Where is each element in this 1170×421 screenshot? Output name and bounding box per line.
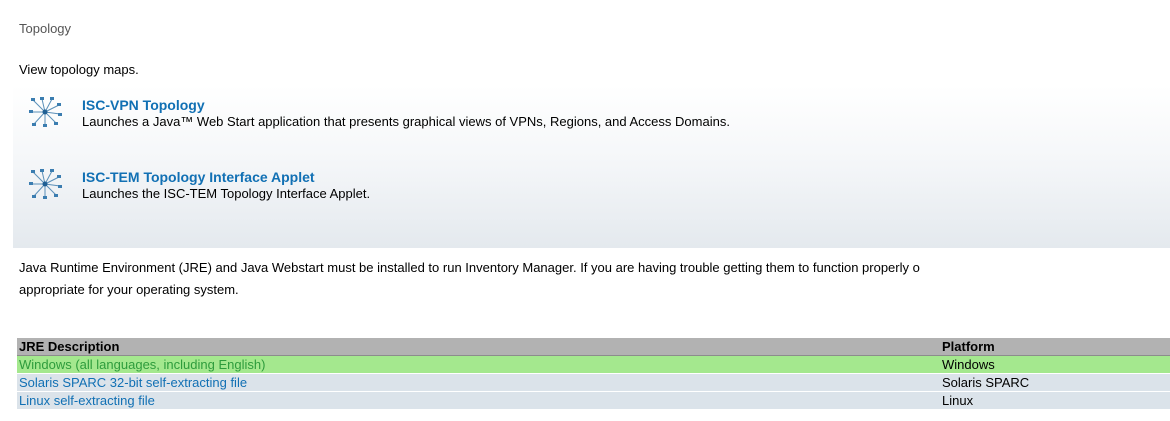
table-row[interactable]: Linux self-extracting file Linux: [17, 391, 1170, 409]
section-intro: View topology maps.: [19, 62, 139, 77]
platform-cell: Windows: [940, 355, 1170, 374]
section-title: Topology: [19, 21, 72, 36]
jre-download-link[interactable]: Windows (all languages, including Englis…: [17, 355, 940, 374]
jre-requirement-note: Java Runtime Environment (JRE) and Java …: [19, 257, 1169, 301]
table-row[interactable]: Solaris SPARC 32-bit self-extracting fil…: [17, 373, 1170, 392]
tool-description: Launches a Java™ Web Start application t…: [82, 114, 730, 129]
platform-cell: Linux: [940, 391, 1170, 409]
note-line: appropriate for your operating system.: [19, 282, 239, 297]
column-header-platform[interactable]: Platform: [940, 338, 1170, 356]
table-header-row: JRE Description Platform: [17, 338, 1170, 356]
topology-network-icon: [29, 169, 62, 199]
note-line: Java Runtime Environment (JRE) and Java …: [19, 260, 920, 275]
tool-name[interactable]: ISC-VPN Topology: [82, 97, 205, 113]
jre-download-link[interactable]: Solaris SPARC 32-bit self-extracting fil…: [17, 373, 940, 392]
topology-network-icon: [29, 97, 62, 127]
jre-download-table: JRE Description Platform Windows (all la…: [17, 338, 1170, 409]
column-header-jre-description[interactable]: JRE Description: [17, 338, 940, 356]
platform-cell: Solaris SPARC: [940, 373, 1170, 392]
table-row[interactable]: Windows (all languages, including Englis…: [17, 355, 1170, 374]
jre-download-link[interactable]: Linux self-extracting file: [17, 391, 940, 409]
tool-description: Launches the ISC-TEM Topology Interface …: [82, 186, 371, 201]
tool-name[interactable]: ISC-TEM Topology Interface Applet: [82, 169, 315, 185]
